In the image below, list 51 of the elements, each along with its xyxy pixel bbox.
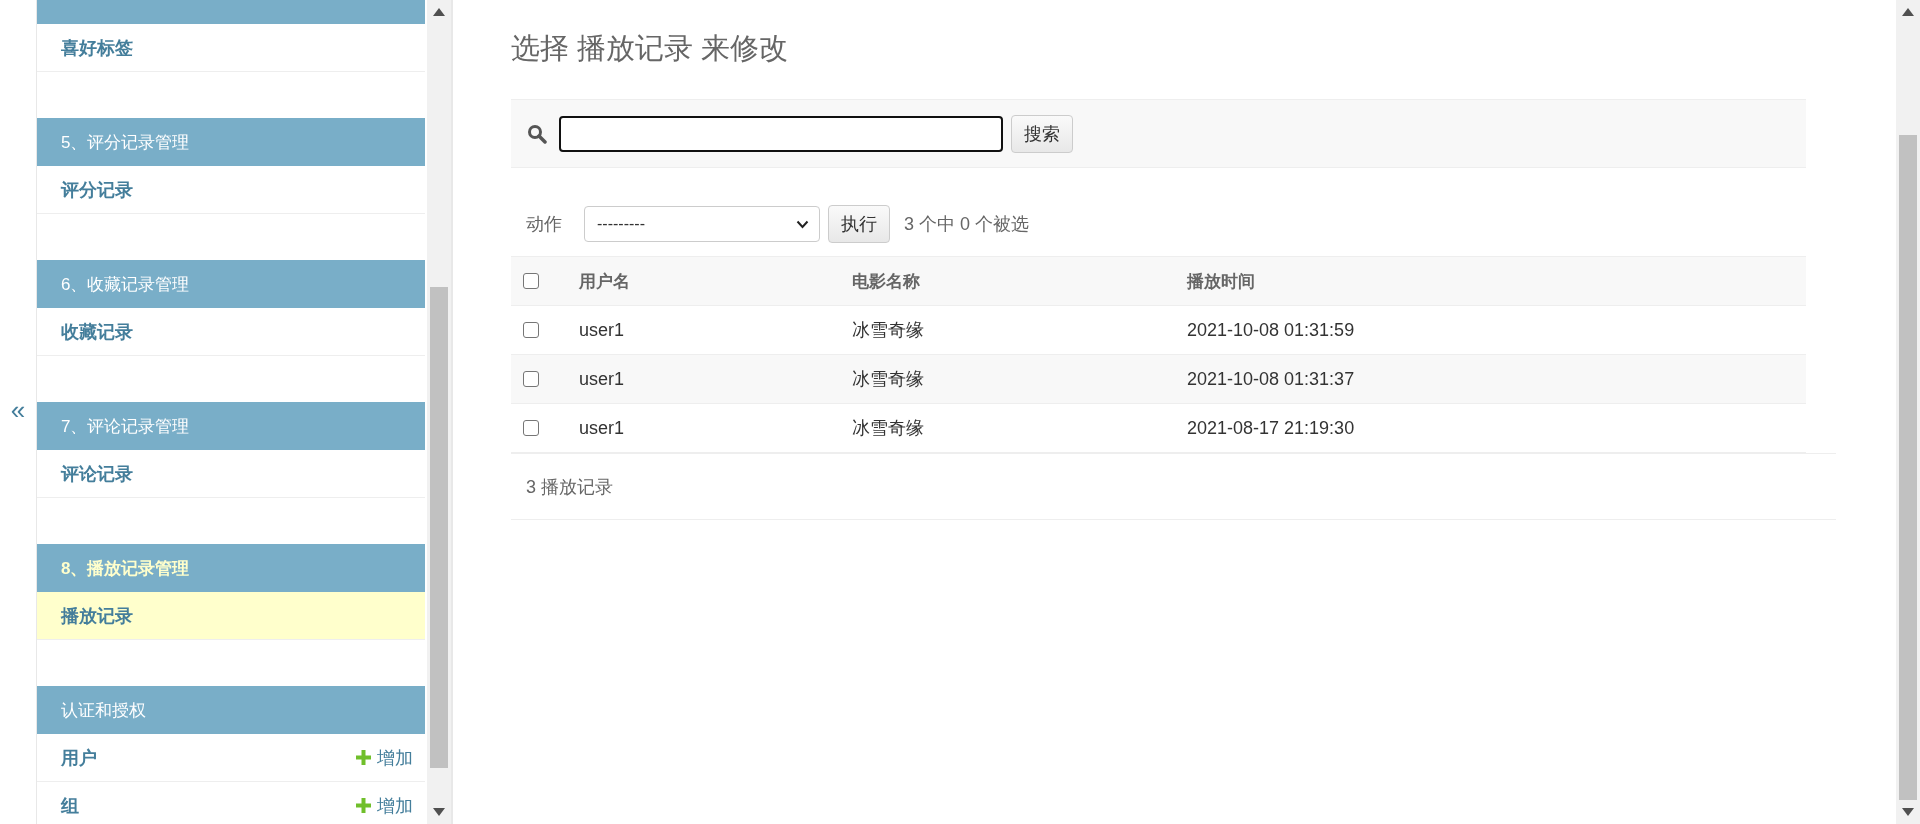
row-checkbox[interactable] xyxy=(523,322,539,338)
scroll-up-arrow-icon[interactable] xyxy=(1902,8,1914,16)
column-header[interactable]: 用户名 xyxy=(579,271,630,291)
table-cell[interactable]: user1 xyxy=(579,417,625,438)
scroll-down-arrow-icon[interactable] xyxy=(433,808,445,816)
model-link[interactable]: 用户 xyxy=(61,745,97,770)
model-link[interactable]: 评分记录 xyxy=(61,177,133,202)
model-link[interactable]: 收藏记录 xyxy=(61,319,133,344)
module-caption[interactable]: 7、评论记录管理 xyxy=(37,402,425,450)
selection-count: 3 个中 0 个被选 xyxy=(904,213,1030,236)
action-select[interactable]: --------- xyxy=(584,206,820,242)
plus-icon xyxy=(356,750,371,765)
table-cell: 2021-08-17 21:19:30 xyxy=(1187,417,1355,438)
table-cell: 冰雪奇缘 xyxy=(852,418,924,438)
search-field[interactable] xyxy=(559,115,1003,152)
module-caption[interactable]: 认证和授权 xyxy=(37,686,425,734)
sidebar-scrollbar[interactable] xyxy=(427,0,453,824)
search-icon xyxy=(527,123,547,144)
action-label: 动作 xyxy=(526,213,562,236)
scrollbar-thumb[interactable] xyxy=(430,287,448,768)
model-link[interactable]: 组 xyxy=(61,793,79,818)
scrollbar-thumb[interactable] xyxy=(1899,135,1917,800)
model-link[interactable]: 播放记录 xyxy=(61,603,133,628)
column-header[interactable]: 播放时间 xyxy=(1187,271,1255,291)
table-cell: 2021-10-08 01:31:59 xyxy=(1187,319,1355,340)
plus-icon xyxy=(356,798,371,813)
scroll-up-arrow-icon[interactable] xyxy=(433,8,445,16)
chevron-down-icon xyxy=(796,219,809,229)
module-caption[interactable]: 6、收藏记录管理 xyxy=(37,260,425,308)
add-link[interactable]: 增加 xyxy=(356,793,413,818)
module-caption[interactable]: 5、评分记录管理 xyxy=(37,118,425,166)
table-cell: 2021-10-08 01:31:37 xyxy=(1187,368,1355,389)
scroll-down-arrow-icon[interactable] xyxy=(1902,808,1914,816)
collapse-sidebar-button[interactable]: « xyxy=(10,394,26,426)
search-button[interactable]: 搜索 xyxy=(1011,114,1073,153)
page-scrollbar[interactable] xyxy=(1896,0,1920,824)
model-link[interactable]: 评论记录 xyxy=(61,461,133,486)
add-link[interactable]: 增加 xyxy=(356,745,413,770)
model-link[interactable]: 喜好标签 xyxy=(61,35,133,60)
page-title: 选择 播放记录 来修改 xyxy=(511,31,790,66)
table-cell: 冰雪奇缘 xyxy=(852,369,924,389)
column-header[interactable]: 电影名称 xyxy=(852,271,920,291)
table-cell[interactable]: user1 xyxy=(579,319,625,340)
table-cell[interactable]: user1 xyxy=(579,368,625,389)
row-checkbox[interactable] xyxy=(523,420,539,436)
select-all-checkbox[interactable] xyxy=(523,273,539,289)
module-caption[interactable]: 8、播放记录管理 xyxy=(37,544,425,592)
table-cell: 冰雪奇缘 xyxy=(852,320,924,340)
run-button[interactable]: 执行 xyxy=(828,205,890,243)
result-count: 3 播放记录 xyxy=(526,475,613,499)
row-checkbox[interactable] xyxy=(523,371,539,387)
